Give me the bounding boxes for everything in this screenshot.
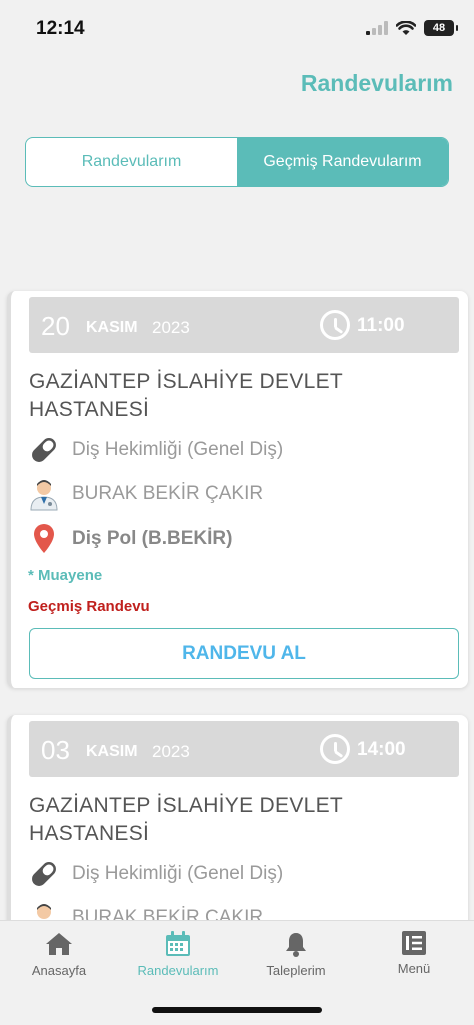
clock-icon	[320, 310, 350, 340]
date-bar: 20 KASIM 2023 11:00	[29, 297, 459, 353]
appointment-time: 14:00	[357, 739, 406, 760]
location-text: Diş Pol (B.BEKİR)	[72, 528, 233, 549]
department-row: Diş Hekimliği (Genel Diş)	[27, 433, 283, 467]
location-row: Diş Pol (B.BEKİR)	[27, 522, 232, 556]
hospital-name: GAZİANTEP İSLAHİYE DEVLET HASTANESİ	[29, 370, 343, 421]
exam-tag: * Muayene	[28, 567, 103, 584]
hospital-name: GAZİANTEP İSLAHİYE DEVLET HASTANESİ	[29, 794, 343, 845]
doctor-row: BURAK BEKİR ÇAKIR	[27, 477, 263, 511]
home-icon	[46, 933, 72, 955]
battery-level: 48	[432, 22, 446, 34]
tab-requests[interactable]: Taleplerim	[237, 931, 355, 978]
cellular-signal-icon	[366, 21, 388, 35]
tab-appointments-nav[interactable]: Randevularım	[119, 931, 237, 978]
tab-requests-label: Taleplerim	[266, 963, 326, 978]
menu-list-icon	[402, 931, 426, 955]
department-text: Diş Hekimliği (Genel Diş)	[72, 439, 284, 460]
tab-appointments-label: Randevularım	[137, 963, 219, 978]
appointment-time: 11:00	[357, 315, 405, 336]
date-year: 2023	[152, 318, 190, 337]
tab-appointments[interactable]: Randevularım	[26, 138, 237, 186]
wifi-icon	[396, 20, 416, 35]
date-day: 20	[41, 311, 70, 341]
calendar-icon	[166, 931, 190, 956]
department-text: Diş Hekimliği (Genel Diş)	[72, 863, 284, 884]
department-row: Diş Hekimliği (Genel Diş)	[27, 857, 283, 891]
status-time: 12:14	[36, 18, 85, 39]
battery-icon: 48	[424, 20, 458, 36]
appointment-card: 03 KASIM 2023 14:00 GAZİANTEP İSLAHİYE D…	[7, 715, 468, 955]
tab-past-appointments[interactable]: Geçmiş Randevularım	[237, 138, 448, 186]
tab-home[interactable]: Anasayfa	[0, 931, 118, 978]
bell-icon	[286, 933, 306, 957]
location-pin-icon	[27, 522, 61, 556]
date-day: 03	[41, 735, 70, 765]
book-appointment-button[interactable]: RANDEVU AL	[29, 628, 459, 679]
tab-menu-label: Menü	[397, 961, 431, 976]
status-bar: 12:14 48	[0, 0, 474, 56]
segmented-control: Randevularım Geçmiş Randevularım	[25, 137, 449, 187]
date-month: KASIM	[86, 743, 138, 760]
tab-menu[interactable]: Menü	[355, 931, 473, 976]
doctor-avatar-icon	[27, 477, 61, 511]
date-month: KASIM	[86, 319, 138, 336]
page-title: Randevularım	[300, 70, 453, 96]
appointment-card: 20 KASIM 2023 11:00 GAZİANTEP İSLAHİYE D…	[7, 291, 468, 688]
doctor-name: BURAK BEKİR ÇAKIR	[72, 483, 264, 504]
date-year: 2023	[152, 742, 190, 761]
home-indicator	[152, 1007, 322, 1013]
tab-home-label: Anasayfa	[31, 963, 87, 978]
date-bar: 03 KASIM 2023 14:00	[29, 721, 459, 777]
status-icons: 48	[366, 20, 458, 36]
status-badge: Geçmiş Randevu	[28, 598, 150, 615]
clock-icon	[320, 734, 350, 764]
pill-icon	[27, 857, 61, 891]
pill-icon	[27, 433, 61, 467]
